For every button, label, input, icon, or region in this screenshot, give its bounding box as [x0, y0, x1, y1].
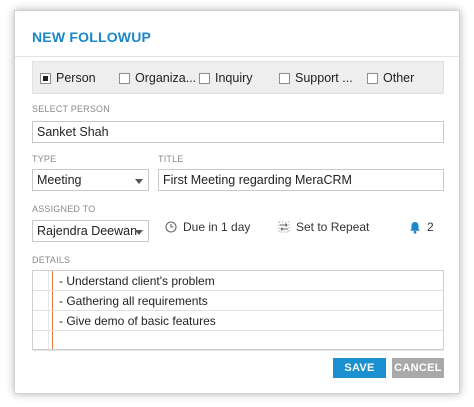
person-checkbox[interactable]	[40, 72, 51, 84]
type-option-label: Person	[56, 71, 96, 85]
clock-icon	[165, 221, 177, 233]
details-line-text: - Give demo of basic features	[59, 314, 216, 328]
details-line-text: - Gathering all requirements	[59, 294, 208, 308]
title-label: TITLE	[158, 154, 184, 164]
cancel-button[interactable]: CANCEL	[392, 358, 444, 378]
due-date-text: Due in 1 day	[183, 220, 251, 234]
bell-icon	[410, 221, 420, 234]
type-option-label: Organiza...	[135, 71, 197, 85]
details-label: DETAILS	[32, 255, 71, 265]
type-label: TYPE	[32, 154, 57, 164]
related-type-bar: Person Organiza... Inquiry Support ... O…	[32, 61, 444, 94]
inquiry-checkbox[interactable]	[199, 72, 210, 84]
dialog-title: NEW FOLLOWUP	[32, 29, 152, 45]
set-repeat-control[interactable]: Set to Repeat	[278, 220, 369, 234]
chevron-down-icon	[135, 230, 143, 235]
assigned-to-select[interactable]: Rajendra Deewan	[32, 220, 149, 242]
assigned-to-label: ASSIGNED TO	[32, 204, 96, 214]
details-textarea[interactable]: - Understand client's problem - Gatherin…	[32, 270, 444, 351]
select-person-input[interactable]: Sanket Shah	[32, 121, 444, 143]
assigned-to-value: Rajendra Deewan	[37, 224, 138, 238]
details-line: - Gathering all requirements	[33, 291, 443, 311]
type-option-support[interactable]: Support ...	[279, 71, 353, 85]
type-option-label: Other	[383, 71, 415, 85]
organization-checkbox[interactable]	[119, 72, 130, 84]
type-select-value: Meeting	[37, 173, 82, 187]
type-option-other[interactable]: Other	[367, 71, 414, 85]
new-followup-dialog: NEW FOLLOWUP Person Organiza... Inquiry …	[14, 10, 460, 394]
type-option-person[interactable]: Person	[40, 71, 96, 85]
type-option-label: Support ...	[295, 71, 353, 85]
reminder-control[interactable]: 2	[409, 220, 434, 234]
details-line-text: - Understand client's problem	[59, 274, 215, 288]
details-line: - Understand client's problem	[33, 271, 443, 291]
reminder-count: 2	[427, 220, 434, 234]
type-select[interactable]: Meeting	[32, 169, 149, 191]
details-line: - Give demo of basic features	[33, 311, 443, 331]
details-line	[33, 331, 443, 351]
support-checkbox[interactable]	[279, 72, 290, 84]
due-date-control[interactable]: Due in 1 day	[165, 220, 250, 234]
save-button[interactable]: SAVE	[333, 358, 386, 378]
type-option-label: Inquiry	[215, 71, 253, 85]
type-option-inquiry[interactable]: Inquiry	[199, 71, 253, 85]
repeat-icon	[278, 221, 290, 233]
select-person-label: SELECT PERSON	[32, 104, 110, 114]
type-option-organization[interactable]: Organiza...	[119, 71, 196, 85]
set-repeat-text: Set to Repeat	[296, 220, 370, 234]
title-divider	[15, 56, 459, 57]
chevron-down-icon	[135, 179, 143, 184]
title-input[interactable]: First Meeting regarding MeraCRM	[158, 169, 444, 191]
other-checkbox[interactable]	[367, 72, 378, 84]
